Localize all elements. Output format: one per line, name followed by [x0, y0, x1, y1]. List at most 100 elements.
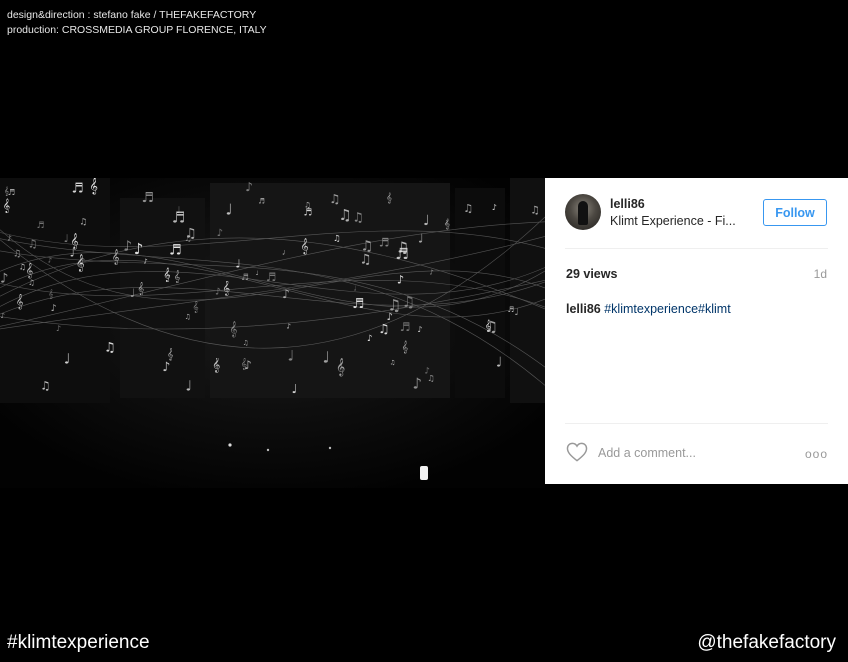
- svg-text:♫: ♫: [329, 192, 340, 206]
- svg-text:♬: ♬: [508, 305, 515, 314]
- instagram-post-card: lelli86 Klimt Experience - Fi... Follow …: [545, 178, 848, 484]
- svg-text:♫: ♫: [79, 217, 87, 227]
- svg-text:♫: ♫: [485, 319, 498, 336]
- svg-text:♩: ♩: [70, 247, 75, 260]
- svg-text:𝄞: 𝄞: [26, 264, 34, 279]
- svg-text:♫: ♫: [333, 233, 341, 243]
- svg-text:♫: ♫: [463, 202, 473, 215]
- svg-text:♪: ♪: [162, 359, 170, 374]
- svg-text:♬: ♬: [37, 221, 45, 231]
- svg-text:𝄞: 𝄞: [174, 270, 181, 283]
- svg-text:♪: ♪: [387, 312, 393, 323]
- credit-production: production: CROSSMEDIA GROUP FLORENCE, I…: [7, 24, 267, 36]
- header-divider: [565, 248, 828, 249]
- svg-text:♪: ♪: [1, 312, 5, 320]
- svg-text:♩: ♩: [235, 256, 240, 270]
- caption-username[interactable]: lelli86: [566, 302, 601, 316]
- svg-text:𝄞: 𝄞: [402, 340, 409, 353]
- svg-text:♫: ♫: [40, 378, 50, 392]
- svg-text:♩: ♩: [496, 354, 502, 370]
- svg-text:𝄞: 𝄞: [48, 289, 53, 299]
- svg-text:𝄞: 𝄞: [386, 192, 392, 204]
- svg-text:♩: ♩: [418, 231, 424, 245]
- credit-design: design&direction : stefano fake / THEFAK…: [7, 9, 257, 21]
- svg-text:♩: ♩: [130, 286, 136, 300]
- svg-text:𝄞: 𝄞: [163, 267, 171, 283]
- svg-text:♩: ♩: [282, 250, 285, 257]
- comment-divider: [565, 423, 828, 424]
- svg-text:♬: ♬: [241, 273, 249, 283]
- location-link[interactable]: Klimt Experience - Fi...: [610, 214, 736, 228]
- svg-text:♪: ♪: [48, 256, 52, 264]
- svg-text:♪: ♪: [80, 257, 85, 267]
- svg-text:𝄞: 𝄞: [212, 358, 220, 373]
- svg-text:♫: ♫: [353, 211, 364, 226]
- svg-text:♫: ♫: [361, 239, 374, 255]
- svg-text:♬: ♬: [258, 197, 264, 206]
- svg-text:♩: ♩: [226, 201, 233, 219]
- username[interactable]: lelli86: [610, 197, 645, 211]
- svg-text:♫: ♫: [390, 360, 396, 367]
- svg-text:♩: ♩: [186, 378, 193, 394]
- svg-text:♪: ♪: [0, 271, 8, 286]
- svg-text:♬: ♬: [379, 236, 390, 250]
- credits: design&direction : stefano fake / THEFAK…: [7, 8, 267, 38]
- svg-text:♫: ♫: [378, 321, 389, 336]
- avatar[interactable]: [565, 194, 601, 230]
- svg-text:♬: ♬: [352, 296, 364, 312]
- svg-text:𝄞: 𝄞: [336, 358, 345, 377]
- svg-text:𝄞: 𝄞: [444, 219, 450, 230]
- comment-row: Add a comment... ooo: [545, 434, 848, 474]
- svg-text:♪: ♪: [123, 239, 132, 255]
- video-frame: 𝄞 𝄞 ♬ 𝄞 ♩ ♫ ♪ 𝄞 ♪ ♪ ♫ ♪ ♩ ♫ ♪ ♪ ♩ ♬ ♪ ♬ ♩ ♩ 𝄞 𝄞 ♩ ♫ 𝄞 𝄞 ♫ ♩ ♫ ♫ 𝄞 ♫ ♪ ♪ ♪ ♫ ♫ 𝄞…: [0, 178, 545, 488]
- svg-text:♩: ♩: [515, 307, 519, 318]
- svg-text:𝄞: 𝄞: [229, 322, 237, 338]
- follow-button[interactable]: Follow: [763, 199, 827, 226]
- svg-text:♩: ♩: [292, 381, 298, 396]
- svg-text:♫: ♫: [19, 263, 26, 272]
- svg-text:♫: ♫: [243, 339, 249, 347]
- comment-input[interactable]: Add a comment...: [598, 446, 696, 460]
- svg-text:♬: ♬: [400, 320, 411, 334]
- svg-text:♬: ♬: [8, 187, 15, 197]
- svg-text:♫: ♫: [13, 248, 22, 259]
- svg-text:♫: ♫: [427, 373, 434, 383]
- svg-text:♪: ♪: [245, 180, 253, 194]
- svg-text:♩: ♩: [176, 205, 180, 216]
- heart-icon[interactable]: [566, 442, 588, 462]
- svg-text:♫: ♫: [184, 233, 192, 243]
- post-age[interactable]: 1d: [814, 267, 827, 281]
- svg-text:𝄞: 𝄞: [89, 179, 98, 195]
- svg-text:𝄞: 𝄞: [137, 282, 144, 295]
- svg-text:♫: ♫: [104, 341, 116, 356]
- svg-text:♪: ♪: [492, 202, 497, 212]
- svg-text:♪: ♪: [215, 287, 221, 298]
- svg-text:♩: ♩: [287, 348, 294, 364]
- svg-text:𝄞: 𝄞: [16, 295, 24, 310]
- avatar-figure: [578, 201, 588, 225]
- more-options-icon[interactable]: ooo: [805, 447, 828, 461]
- svg-text:♪: ♪: [413, 375, 423, 393]
- svg-text:♩: ♩: [323, 348, 330, 366]
- music-notes-projection-image: 𝄞 𝄞 ♬𝄞♩♫♪𝄞♪ ♪♫♪♩♫ ♪♪♩♬♪♬♩♩𝄞𝄞♩♫𝄞𝄞♫♩♫♫𝄞♫♪♪♪♫♫𝄞…: [0, 178, 545, 488]
- svg-text:♫: ♫: [396, 239, 410, 257]
- svg-text:♫: ♫: [402, 293, 416, 311]
- handle-footer: @thefakefactory: [697, 632, 836, 653]
- svg-text:♪: ♪: [367, 334, 373, 344]
- caption-hashtags[interactable]: #klimtexperience#klimt: [604, 302, 730, 316]
- svg-text:♫: ♫: [28, 278, 35, 287]
- svg-text:♪: ♪: [134, 240, 144, 258]
- svg-text:♫: ♫: [28, 237, 38, 250]
- caption: lelli86 #klimtexperience#klimt: [566, 302, 731, 316]
- hashtag-footer: #klimtexperience: [7, 632, 150, 653]
- svg-text:♬: ♬: [266, 270, 276, 284]
- svg-text:♬: ♬: [72, 181, 84, 197]
- svg-text:𝄞: 𝄞: [112, 250, 120, 265]
- svg-text:♫: ♫: [185, 313, 191, 321]
- svg-text:♪: ♪: [429, 269, 433, 277]
- svg-text:𝄞: 𝄞: [193, 301, 199, 313]
- svg-text:𝄞: 𝄞: [222, 281, 230, 296]
- post-header: lelli86 Klimt Experience - Fi... Follow: [545, 178, 848, 248]
- svg-text:♪: ♪: [282, 287, 290, 301]
- svg-text:♫: ♫: [338, 206, 352, 224]
